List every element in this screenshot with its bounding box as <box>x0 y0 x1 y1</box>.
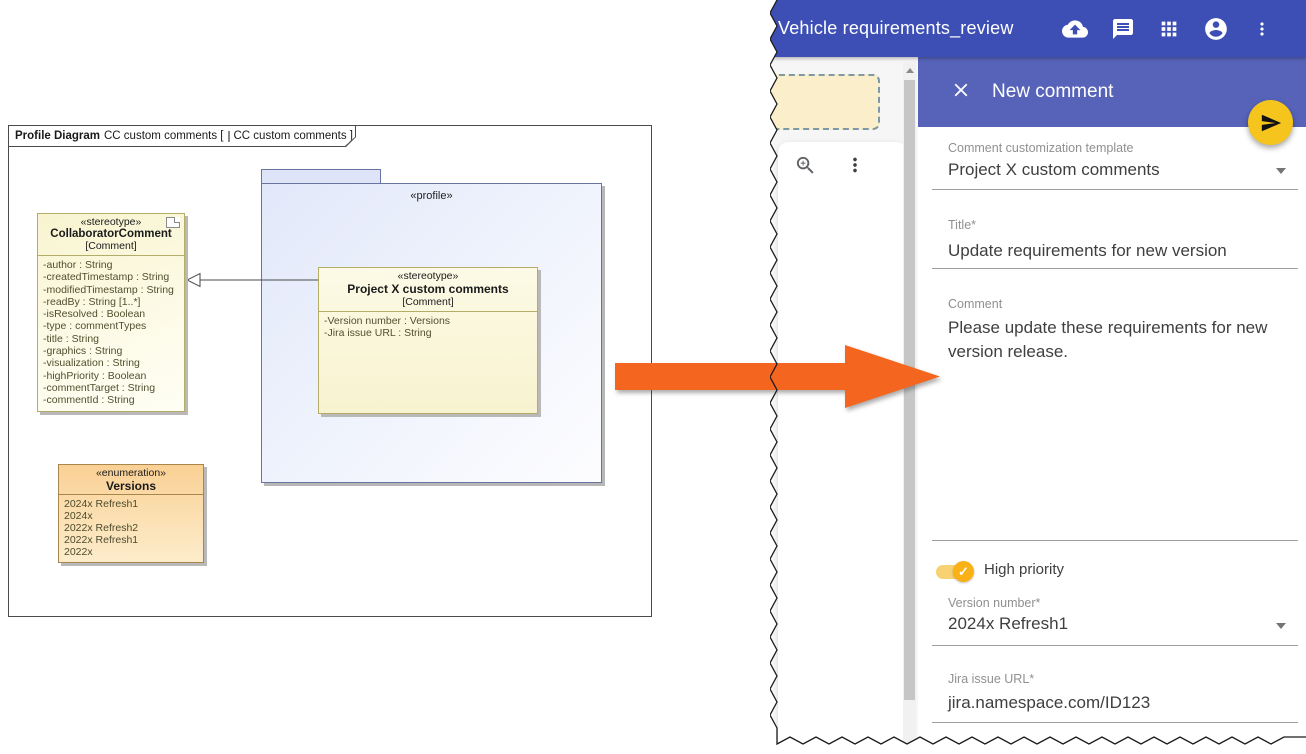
class-name: CollaboratorComment <box>50 228 172 240</box>
canvas-more-menu-icon[interactable] <box>844 154 866 181</box>
project-title: Vehicle requirements_review <box>778 18 1014 38</box>
field-underline <box>932 645 1298 646</box>
diagram-context-label: CC custom comments ] <box>233 130 353 142</box>
extension-connector <box>187 272 318 288</box>
cloud-upload-icon[interactable] <box>1062 16 1088 42</box>
metaclass-label: [Comment] <box>85 240 137 252</box>
selected-comment-shape[interactable] <box>770 74 880 130</box>
template-field-label: Comment customization template <box>948 141 1134 155</box>
diagram-title-tab: Profile Diagram CC custom comments [ CC … <box>8 125 356 147</box>
enumeration-versions: «enumeration» Versions 2024x Refresh1 202… <box>58 464 204 563</box>
title-field-label: Title* <box>948 218 977 232</box>
enum-literal: 2022x <box>64 546 93 558</box>
app-header-bar: Vehicle requirements_review <box>770 0 1306 57</box>
literal-list: 2024x Refresh1 2024x 2022x Refresh2 2022x R… <box>59 495 203 561</box>
enum-literal: 2022x Refresh2 <box>64 522 139 534</box>
enum-literal: 2024x <box>64 510 93 522</box>
stereotype-keyword: «stereotype» <box>397 270 459 282</box>
toggle-thumb-check-icon: ✓ <box>953 561 974 582</box>
profile-diagram-frame: Profile Diagram CC custom comments [ CC … <box>8 125 652 617</box>
stereotype-keyword: «enumeration» <box>95 467 167 479</box>
class-name: Project X custom comments <box>347 282 509 296</box>
send-comment-button[interactable] <box>1248 100 1293 145</box>
app-grid-icon[interactable] <box>1158 18 1180 40</box>
attribute: -title : String <box>43 332 100 345</box>
diagram-name-label: CC custom comments [ <box>104 130 224 142</box>
close-icon[interactable] <box>950 79 972 106</box>
diagram-kind-icon <box>228 131 230 142</box>
version-field-value[interactable]: 2024x Refresh1 <box>948 614 1068 634</box>
title-field-value[interactable]: Update requirements for new version <box>948 241 1227 261</box>
send-icon <box>1261 114 1281 131</box>
attribute: -commentTarget : String <box>43 381 156 394</box>
attribute: -isResolved : Boolean <box>43 308 146 321</box>
callout-arrow <box>615 345 940 408</box>
jira-field-value[interactable]: jira.namespace.com/ID123 <box>948 693 1150 713</box>
stereotype-keyword: «stereotype» <box>80 216 142 228</box>
enum-literal: 2022x Refresh1 <box>64 534 139 546</box>
attribute: -readBy : String [1..*] <box>43 295 141 308</box>
attribute: -commentId : String <box>43 394 135 407</box>
comments-icon[interactable] <box>1111 17 1135 41</box>
attribute: -visualization : String <box>43 357 140 370</box>
profile-package-tab <box>261 169 381 184</box>
attribute-list: -Version number : Versions -Jira issue UR… <box>319 312 537 342</box>
metaclass-label: [Comment] <box>402 296 454 308</box>
template-dropdown-caret-icon[interactable] <box>1276 168 1286 174</box>
scrollbar-up-arrow[interactable] <box>905 68 914 73</box>
zoom-in-icon[interactable] <box>794 154 817 182</box>
more-menu-icon[interactable] <box>1252 19 1272 39</box>
note-icon <box>166 217 180 228</box>
diagram-type-label: Profile Diagram <box>15 130 100 142</box>
account-icon[interactable] <box>1203 16 1229 42</box>
version-field-label: Version number* <box>948 596 1041 610</box>
jira-field-label: Jira issue URL* <box>948 672 1035 686</box>
attribute: -author : String <box>43 259 113 271</box>
panel-title: New comment <box>992 81 1114 102</box>
attribute: -graphics : String <box>43 345 123 358</box>
comment-field-label: Comment <box>948 297 1003 311</box>
template-field-value[interactable]: Project X custom comments <box>948 160 1160 180</box>
attribute: -createdTimestamp : String <box>43 271 170 284</box>
attribute: -modifiedTimestamp : String <box>43 283 174 296</box>
attribute-list: -author : String -createdTimestamp : Stri… <box>38 256 184 410</box>
version-dropdown-caret-icon[interactable] <box>1276 623 1286 629</box>
high-priority-label: High priority <box>984 561 1065 578</box>
stereotype-projectx-comments: «stereotype» Project X custom comments [… <box>318 267 538 414</box>
stereotype-collaboratorcomment: «stereotype» CollaboratorComment [Commen… <box>37 213 185 412</box>
enum-literal: 2024x Refresh1 <box>64 498 139 510</box>
field-underline <box>932 540 1298 541</box>
field-underline <box>932 722 1298 723</box>
canvas-card <box>778 142 906 744</box>
attribute: -Jira issue URL : String <box>324 327 432 339</box>
profile-stereotype-label: «profile» <box>410 190 453 202</box>
new-comment-panel: New comment Comment customization templa… <box>918 57 1306 744</box>
field-underline <box>932 268 1298 269</box>
high-priority-toggle[interactable]: ✓ <box>936 561 976 582</box>
comment-field-value[interactable]: Please update these requirements for new… <box>948 316 1300 364</box>
field-underline <box>932 189 1298 190</box>
enumeration-name: Versions <box>105 479 157 493</box>
attribute: -type : commentTypes <box>43 320 147 333</box>
attribute: -highPriority : Boolean <box>43 369 147 382</box>
attribute: -Version number : Versions <box>324 315 451 327</box>
